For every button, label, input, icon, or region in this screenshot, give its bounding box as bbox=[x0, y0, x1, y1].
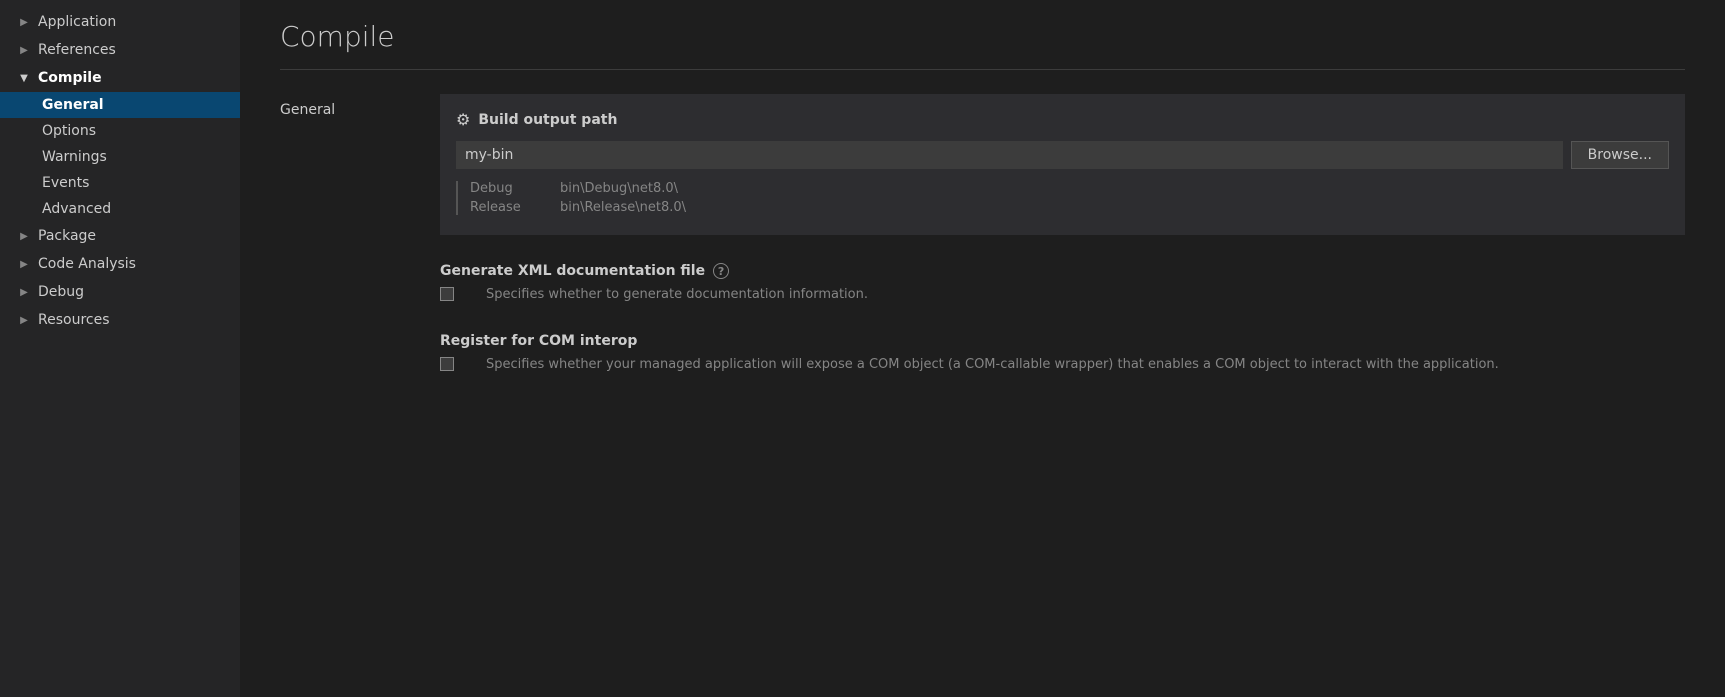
com-interop-title: Register for COM interop bbox=[440, 333, 1685, 349]
chevron-right-icon: ▶ bbox=[16, 284, 32, 300]
sidebar-item-references[interactable]: ▶ References bbox=[0, 36, 240, 64]
sidebar-item-compile-events[interactable]: Events bbox=[0, 170, 240, 196]
sidebar-sub-item-label: Events bbox=[42, 175, 89, 191]
com-interop-checkbox-row: Specifies whether your managed applicati… bbox=[440, 355, 1685, 375]
xml-doc-checkbox[interactable] bbox=[440, 287, 454, 301]
chevron-right-icon: ▶ bbox=[16, 228, 32, 244]
sidebar-item-debug[interactable]: ▶ Debug bbox=[0, 278, 240, 306]
config-debug-value: bin\Debug\net8.0\ bbox=[560, 181, 678, 196]
help-icon[interactable]: ? bbox=[713, 263, 729, 279]
sidebar-item-compile[interactable]: ▼ Compile bbox=[0, 64, 240, 92]
sidebar-item-label: Application bbox=[38, 14, 116, 30]
sidebar-item-label: Package bbox=[38, 228, 96, 244]
input-row: Browse... bbox=[456, 141, 1669, 169]
content-layout: General ⚙ Build output path Browse... De… bbox=[280, 94, 1685, 402]
sidebar-item-package[interactable]: ▶ Package bbox=[0, 222, 240, 250]
main-content: Compile General ⚙ Build output path Brow… bbox=[240, 0, 1725, 697]
com-interop-checkbox[interactable] bbox=[440, 357, 454, 371]
xml-doc-title: Generate XML documentation file ? bbox=[440, 263, 1685, 279]
divider bbox=[280, 69, 1685, 70]
config-table: Debug bin\Debug\net8.0\ Release bin\Rele… bbox=[456, 181, 1669, 215]
sidebar-sub-item-label: Options bbox=[42, 123, 96, 139]
config-release-label: Release bbox=[470, 200, 540, 215]
sidebar-item-code-analysis[interactable]: ▶ Code Analysis bbox=[0, 250, 240, 278]
chevron-right-icon: ▶ bbox=[16, 42, 32, 58]
page-title: Compile bbox=[280, 20, 1685, 53]
build-output-block: ⚙ Build output path Browse... Debug bin\… bbox=[440, 94, 1685, 235]
xml-doc-description: Specifies whether to generate documentat… bbox=[486, 285, 868, 305]
section-label: General bbox=[280, 94, 400, 402]
config-row-debug: Debug bin\Debug\net8.0\ bbox=[470, 181, 1669, 196]
chevron-down-icon: ▼ bbox=[16, 70, 32, 86]
build-output-title: Build output path bbox=[478, 112, 617, 128]
sidebar: ▶ Application ▶ References ▼ Compile Gen… bbox=[0, 0, 240, 697]
chevron-right-icon: ▶ bbox=[16, 312, 32, 328]
xml-doc-block: Generate XML documentation file ? Specif… bbox=[440, 263, 1685, 305]
sidebar-item-label: Debug bbox=[38, 284, 84, 300]
com-interop-block: Register for COM interop Specifies wheth… bbox=[440, 333, 1685, 375]
sidebar-sub-item-label: Advanced bbox=[42, 201, 111, 217]
block-header: ⚙ Build output path bbox=[456, 110, 1669, 129]
sidebar-item-application[interactable]: ▶ Application bbox=[0, 8, 240, 36]
browse-button[interactable]: Browse... bbox=[1571, 141, 1669, 169]
sidebar-item-label: Compile bbox=[38, 70, 102, 86]
sidebar-item-compile-general[interactable]: General bbox=[0, 92, 240, 118]
com-interop-description: Specifies whether your managed applicati… bbox=[486, 355, 1499, 375]
sidebar-item-compile-options[interactable]: Options bbox=[0, 118, 240, 144]
config-row-release: Release bin\Release\net8.0\ bbox=[470, 200, 1669, 215]
sidebar-sub-item-label: General bbox=[42, 97, 104, 113]
section-body: ⚙ Build output path Browse... Debug bin\… bbox=[440, 94, 1685, 402]
build-output-input[interactable] bbox=[456, 141, 1563, 169]
sidebar-item-compile-advanced[interactable]: Advanced bbox=[0, 196, 240, 222]
sidebar-item-label: Code Analysis bbox=[38, 256, 136, 272]
config-release-value: bin\Release\net8.0\ bbox=[560, 200, 686, 215]
sidebar-item-resources[interactable]: ▶ Resources bbox=[0, 306, 240, 334]
gear-icon: ⚙ bbox=[456, 110, 470, 129]
chevron-right-icon: ▶ bbox=[16, 14, 32, 30]
sidebar-item-label: References bbox=[38, 42, 116, 58]
config-debug-label: Debug bbox=[470, 181, 540, 196]
sidebar-item-compile-warnings[interactable]: Warnings bbox=[0, 144, 240, 170]
sidebar-item-label: Resources bbox=[38, 312, 110, 328]
xml-doc-checkbox-row: Specifies whether to generate documentat… bbox=[440, 285, 1685, 305]
chevron-right-icon: ▶ bbox=[16, 256, 32, 272]
sidebar-sub-item-label: Warnings bbox=[42, 149, 107, 165]
